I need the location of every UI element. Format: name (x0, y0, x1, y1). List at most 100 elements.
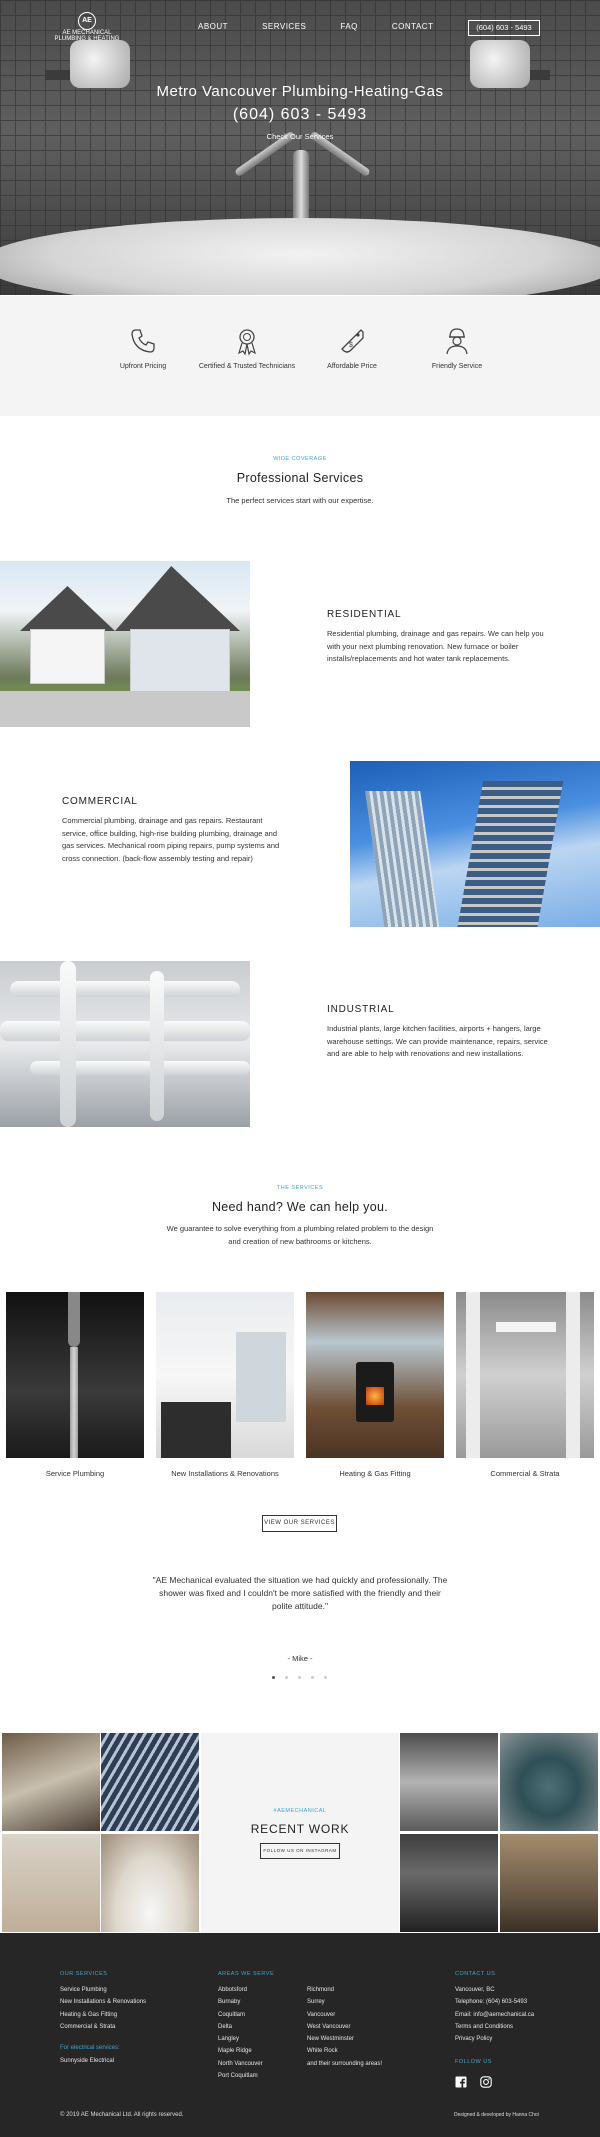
contact-email[interactable]: Email: info@aemechanical.ca (455, 2009, 534, 2021)
feature-upfront-pricing: Upfront Pricing (93, 326, 193, 371)
price-tag-icon: $ (341, 329, 364, 353)
features-strip: Upfront Pricing Certified & Trusted Tech… (0, 296, 600, 416)
area-item: Port Coquitlam (218, 2073, 258, 2080)
card-label-heating[interactable]: Heating & Gas Fitting (300, 1469, 450, 1478)
carousel-dot[interactable] (324, 1676, 327, 1679)
follow-instagram-button[interactable]: FOLLOW US ON INSTAGRAM (260, 1843, 340, 1859)
feature-label: Affordable Price (327, 363, 377, 370)
hero-cta-link[interactable]: Check Our Services (0, 132, 600, 141)
nav-services[interactable]: SERVICES (262, 22, 306, 31)
nav-contact[interactable]: CONTACT (392, 22, 434, 31)
footer-electrical-link[interactable]: Sunnyside Electrical (60, 2055, 114, 2067)
service-plumbing-photo[interactable] (6, 1292, 144, 1458)
terms-link[interactable]: Terms and Conditions (455, 2021, 534, 2033)
gallery-photo[interactable] (101, 1834, 199, 1932)
view-services-button[interactable]: VIEW OUR SERVICES (262, 1515, 337, 1532)
footer-link[interactable]: New Installations & Renovations (60, 1996, 146, 2008)
recent-work-panel: #AEMECHANICAL RECENT WORK FOLLOW US ON I… (201, 1733, 399, 1933)
area-item: White Rock (307, 2048, 338, 2055)
footer-areas-col1: Abbotsford Burnaby Coquitlam Delta Langl… (218, 1984, 263, 2082)
area-item: Coquitlam (218, 2011, 246, 2018)
footer-areas-col2: Richmond Surrey Vancouver West Vancouver… (307, 1984, 382, 2070)
professional-kicker: WIDE COVERAGE (273, 456, 327, 462)
gallery-photo[interactable] (400, 1834, 498, 1932)
designer-credit[interactable]: Designed & developed by Hanna Choi (454, 2112, 539, 2118)
soap-dish-right (470, 40, 530, 88)
svg-text:$: $ (349, 342, 353, 349)
nav-faq[interactable]: FAQ (340, 22, 358, 31)
gallery-photo[interactable] (101, 1733, 199, 1831)
area-item: Delta (218, 2023, 233, 2030)
area-item: Surrey (307, 1999, 325, 2006)
sink-basin (0, 218, 600, 295)
footer-electrical-heading: For electrical services: (60, 2045, 120, 2051)
feature-label: Certified & Trusted Technicians (198, 363, 296, 370)
carousel-dot[interactable] (272, 1676, 275, 1679)
facebook-icon[interactable] (455, 2076, 467, 2088)
industrial-title: INDUSTRIAL (327, 1004, 395, 1015)
feature-friendly-service: Friendly Service (407, 326, 507, 371)
hero-phone[interactable]: (604) 603 - 5493 (0, 106, 600, 124)
footer-services-heading: OUR SERVICES (60, 1971, 108, 1977)
card-label-renovations[interactable]: New Installations & Renovations (150, 1469, 300, 1478)
area-item: Abbotsford (218, 1987, 248, 1993)
footer-contact-heading: CONTACT US (455, 1971, 496, 1977)
header-phone-button[interactable]: (604) 603 - 5493 (468, 20, 540, 36)
area-item: and their surrounding areas! (307, 2060, 383, 2067)
gallery-photo[interactable] (2, 1834, 100, 1932)
feature-certified: Certified & Trusted Technicians (197, 326, 297, 371)
site-logo[interactable]: AE AE MECHANICAL PLUMBING & HEATING (55, 12, 119, 46)
gallery-photo[interactable] (500, 1733, 598, 1831)
commercial-photo (350, 761, 600, 927)
copyright: © 2019 AE Mechanical Ltd. All rights res… (60, 2112, 184, 2118)
help-kicker: THE SERVICES (276, 1185, 324, 1191)
privacy-link[interactable]: Privacy Policy (455, 2033, 534, 2045)
help-title: Need hand? We can help you. (211, 1200, 389, 1214)
recent-kicker: #AEMECHANICAL (273, 1808, 327, 1814)
area-item: New Westminster (307, 2036, 354, 2043)
area-item: West Vancouver (307, 2023, 351, 2030)
professional-title: Professional Services (236, 471, 364, 485)
area-item: Maple Ridge (218, 2048, 252, 2055)
area-item: Burnaby (218, 1999, 241, 2006)
hero-title: Metro Vancouver Plumbing-Heating-Gas (156, 83, 444, 100)
instagram-icon[interactable] (480, 2076, 492, 2088)
commercial-text: Commercial plumbing, drainage and gas re… (62, 816, 280, 863)
phone-icon (131, 329, 155, 353)
hero-banner: AE AE MECHANICAL PLUMBING & HEATING ABOU… (0, 0, 600, 295)
footer-link[interactable]: Service Plumbing (60, 1984, 146, 1996)
testimonial-quote: "AE Mechanical evaluated the situation w… (152, 1575, 448, 1611)
feature-label: Upfront Pricing (119, 363, 167, 370)
nav-about[interactable]: ABOUT (198, 22, 228, 31)
carousel-dot[interactable] (311, 1676, 314, 1679)
footer-follow-heading: FOLLOW US (455, 2059, 492, 2065)
commercial-strata-photo[interactable] (456, 1292, 594, 1458)
industrial-text: Industrial plants, large kitchen facilit… (327, 1024, 548, 1058)
testimonial-author: - Mike - (287, 1654, 313, 1663)
feature-affordable-price: $ Affordable Price (302, 326, 402, 371)
heating-photo[interactable] (306, 1292, 444, 1458)
gallery-photo[interactable] (400, 1733, 498, 1831)
card-label-service-plumbing[interactable]: Service Plumbing (0, 1469, 150, 1478)
logo-mark: AE (78, 12, 96, 30)
industrial-photo (0, 961, 250, 1127)
gallery-photo[interactable] (2, 1733, 100, 1831)
logo-tagline: PLUMBING & HEATING (54, 36, 120, 42)
area-item: Vancouver (307, 2011, 336, 2018)
footer-areas-heading: AREAS WE SERVE (218, 1971, 275, 1977)
footer-contact-list: Vancouver, BC Telephone: (604) 603-5493 … (455, 1984, 534, 2045)
commercial-title: COMMERCIAL (62, 796, 138, 807)
card-label-commercial[interactable]: Commercial & Strata (450, 1469, 600, 1478)
gallery-photo[interactable] (500, 1834, 598, 1932)
carousel-dot[interactable] (285, 1676, 288, 1679)
main-nav: ABOUT SERVICES FAQ CONTACT (198, 22, 467, 31)
footer-link[interactable]: Commercial & Strata (60, 2021, 146, 2033)
carousel-dot[interactable] (298, 1676, 301, 1679)
area-item: Richmond (307, 1987, 335, 1993)
footer-link[interactable]: Heating & Gas Fitting (60, 2009, 146, 2021)
renovations-photo[interactable] (156, 1292, 294, 1458)
residential-title: RESIDENTIAL (327, 609, 402, 620)
contact-phone[interactable]: Telephone: (604) 603-5493 (455, 1996, 534, 2008)
help-text: We guarantee to solve everything from a … (166, 1224, 434, 1246)
residential-text: Residential plumbing, drainage and gas r… (327, 629, 544, 663)
